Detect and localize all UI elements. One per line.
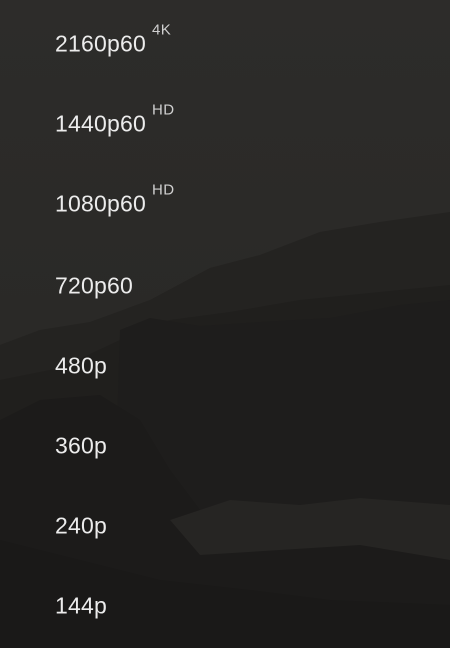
quality-label: 1440p60: [55, 110, 146, 137]
quality-option-text: 144p: [55, 593, 107, 620]
quality-option-1440p60[interactable]: 1440p60 HD: [0, 84, 450, 164]
quality-option-2160p60[interactable]: 2160p60 4K: [0, 4, 450, 84]
quality-option-text: 2160p60 4K: [55, 21, 171, 58]
quality-label: 360p: [55, 432, 107, 459]
quality-option-240p[interactable]: 240p: [0, 486, 450, 566]
quality-option-text: 480p: [55, 353, 107, 380]
quality-badge-4k: 4K: [151, 21, 172, 39]
quality-label: 480p: [55, 352, 107, 379]
quality-badge-hd: HD: [151, 181, 175, 199]
quality-label: 1080p60: [55, 190, 146, 217]
quality-option-text: 360p: [55, 433, 107, 460]
quality-option-text: 1080p60 HD: [55, 181, 175, 218]
quality-option-text: 720p60: [55, 273, 133, 300]
quality-option-360p[interactable]: 360p: [0, 406, 450, 486]
quality-label: 240p: [55, 512, 107, 539]
quality-option-text: 240p: [55, 513, 107, 540]
quality-label: 720p60: [55, 272, 133, 299]
quality-option-144p[interactable]: 144p: [0, 566, 450, 646]
quality-option-720p60[interactable]: 720p60: [0, 246, 450, 326]
quality-option-480p[interactable]: 480p: [0, 326, 450, 406]
quality-menu: 2160p60 4K 1440p60 HD 1080p60 HD 720p60 480…: [0, 0, 450, 648]
quality-label: 2160p60: [55, 30, 146, 57]
quality-label: 144p: [55, 592, 107, 619]
quality-option-text: 1440p60 HD: [55, 101, 175, 138]
quality-option-1080p60[interactable]: 1080p60 HD: [0, 164, 450, 244]
quality-badge-hd: HD: [151, 101, 175, 119]
